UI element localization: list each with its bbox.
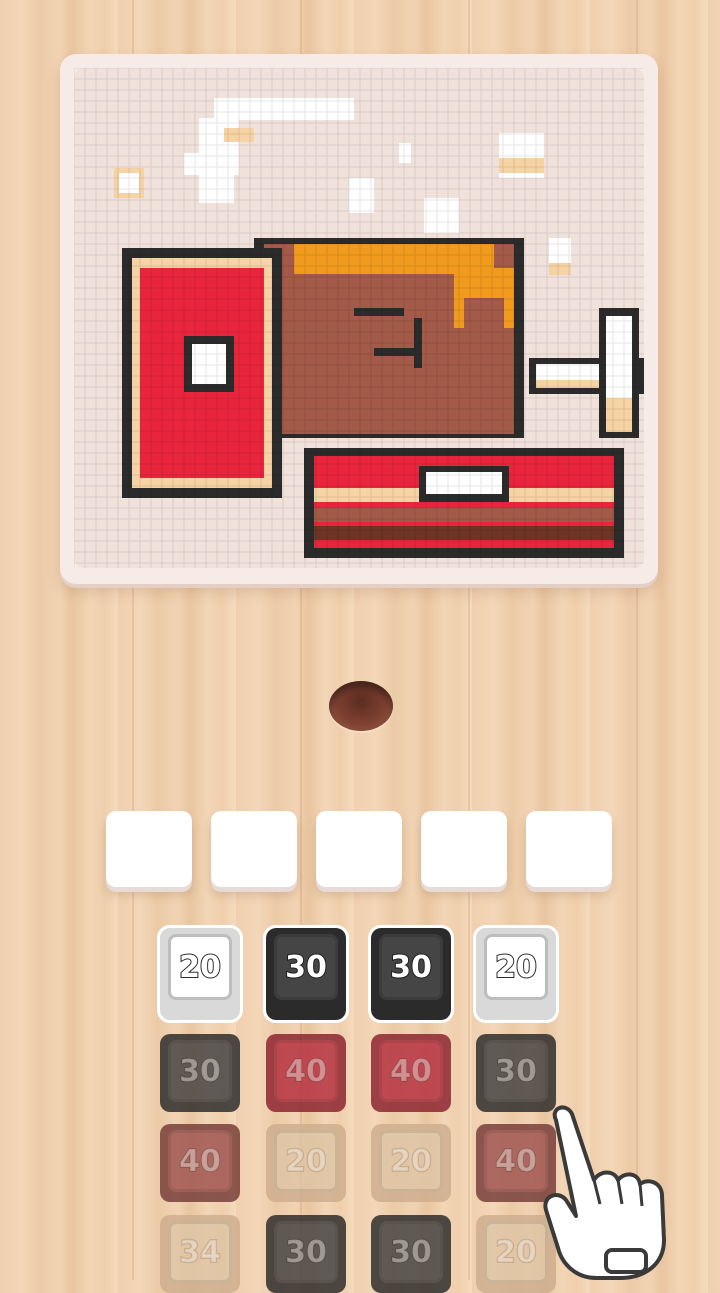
tile-number: 40 xyxy=(389,1053,432,1090)
tile-number: 30 xyxy=(389,1234,432,1271)
tile-face: 40 xyxy=(168,1130,232,1192)
tile-number: 40 xyxy=(284,1053,327,1090)
drop-hole xyxy=(329,681,393,731)
empty-slot[interactable] xyxy=(106,811,192,887)
number-tile: 20 xyxy=(266,1124,346,1202)
tile-face: 30 xyxy=(379,1221,443,1283)
empty-slot[interactable] xyxy=(316,811,402,887)
number-tile: 40 xyxy=(371,1034,451,1112)
tile-number: 20 xyxy=(494,1234,537,1271)
number-tile[interactable]: 20 xyxy=(157,925,243,1023)
number-tile: 34 xyxy=(160,1215,240,1293)
number-tile[interactable]: 30 xyxy=(368,925,454,1023)
number-tile: 40 xyxy=(160,1124,240,1202)
tile-face: 30 xyxy=(274,1221,338,1283)
number-tile: 30 xyxy=(160,1034,240,1112)
empty-slot[interactable] xyxy=(421,811,507,887)
picture-canvas xyxy=(74,68,644,568)
tile-face: 20 xyxy=(484,934,548,1000)
tile-face: 40 xyxy=(274,1040,338,1102)
tile-number: 20 xyxy=(389,1143,432,1180)
number-tile: 30 xyxy=(371,1215,451,1293)
tile-number: 20 xyxy=(494,949,538,986)
pointing-hand-icon xyxy=(543,1105,666,1280)
tile-face: 30 xyxy=(484,1040,548,1102)
tile-face: 20 xyxy=(379,1130,443,1192)
tile-number: 30 xyxy=(389,949,433,986)
tile-face: 30 xyxy=(274,934,338,1000)
tile-face: 40 xyxy=(379,1040,443,1102)
tile-face: 20 xyxy=(274,1130,338,1192)
meat-pixel-art xyxy=(74,68,644,568)
number-tile: 20 xyxy=(371,1124,451,1202)
empty-slot[interactable] xyxy=(211,811,297,887)
tile-number: 34 xyxy=(178,1234,221,1271)
bead-texture xyxy=(74,68,644,568)
tile-number: 30 xyxy=(178,1053,221,1090)
tile-face: 30 xyxy=(379,934,443,1000)
tile-face: 20 xyxy=(168,934,232,1000)
number-tile[interactable]: 20 xyxy=(473,925,559,1023)
tile-number: 30 xyxy=(494,1053,537,1090)
number-tile[interactable]: 30 xyxy=(263,925,349,1023)
number-tile: 40 xyxy=(266,1034,346,1112)
tile-number: 20 xyxy=(284,1143,327,1180)
picture-board xyxy=(60,54,658,584)
number-tile: 30 xyxy=(266,1215,346,1293)
tile-number: 30 xyxy=(284,949,328,986)
tile-number: 40 xyxy=(494,1143,537,1180)
tile-number: 30 xyxy=(284,1234,327,1271)
tile-number: 40 xyxy=(178,1143,221,1180)
tile-face: 34 xyxy=(168,1221,232,1283)
tile-number: 20 xyxy=(178,949,222,986)
empty-slot[interactable] xyxy=(526,811,612,887)
tile-face: 30 xyxy=(168,1040,232,1102)
